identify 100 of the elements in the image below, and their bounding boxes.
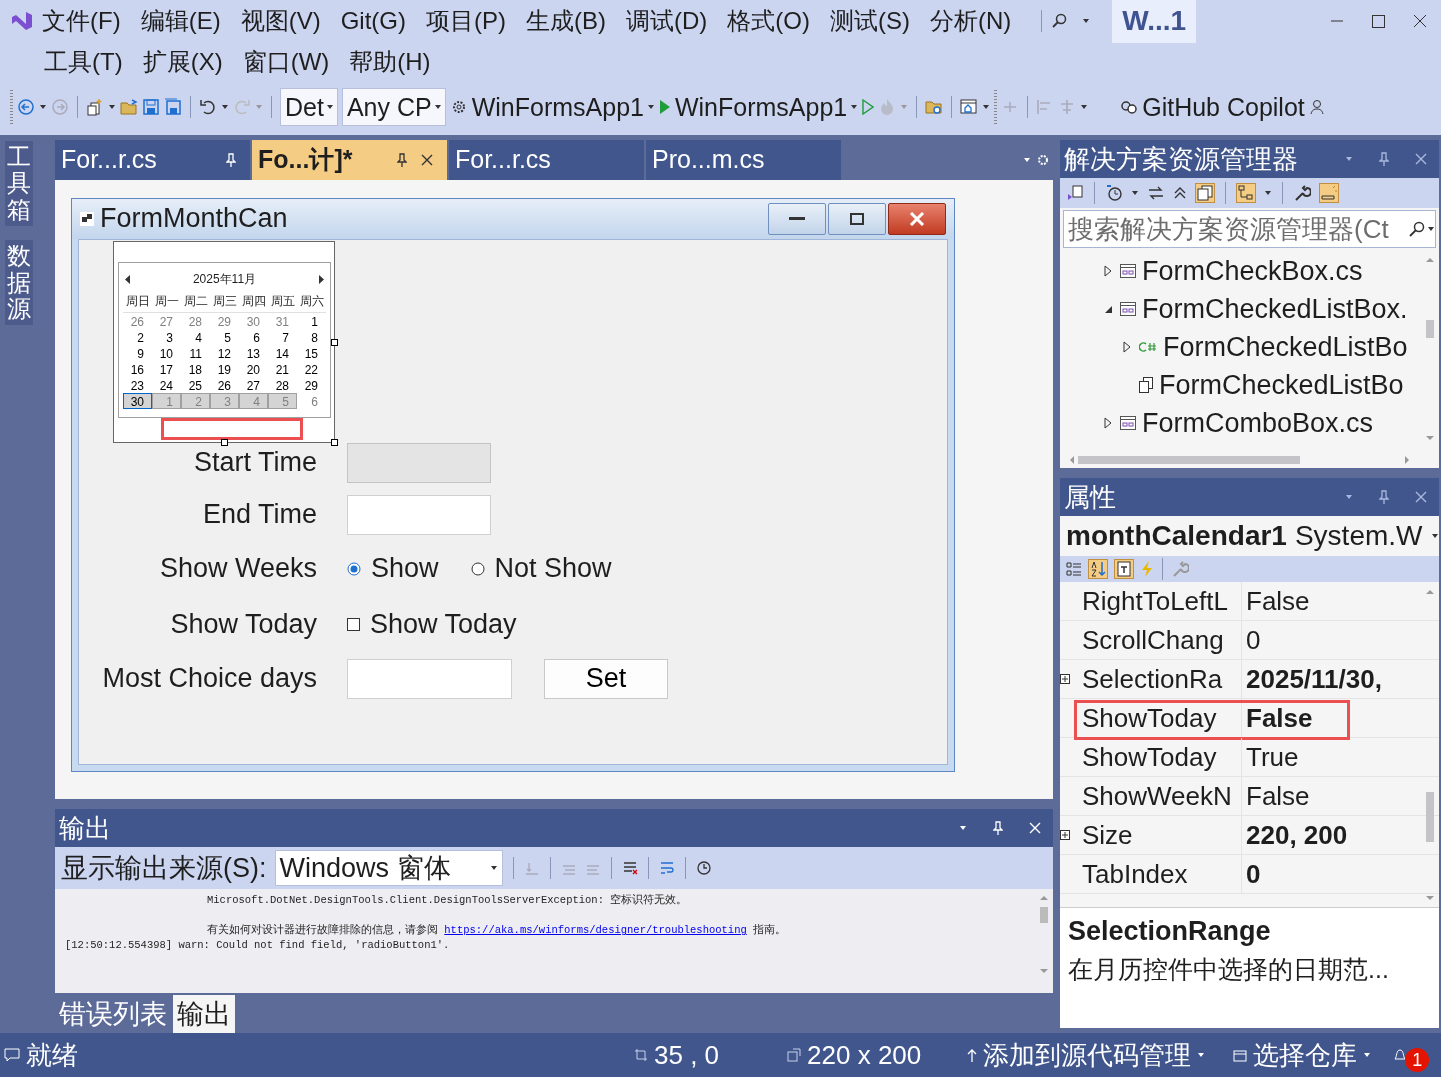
dropdown-caret-icon[interactable]	[850, 104, 859, 110]
calendar-day[interactable]: 17	[152, 360, 181, 377]
switch-views-icon[interactable]	[1066, 184, 1084, 202]
calendar-day[interactable]: 30	[123, 392, 152, 409]
calendar-day[interactable]: 13	[239, 344, 268, 361]
search-icon[interactable]	[1409, 221, 1425, 237]
calendar-day[interactable]: 12	[210, 344, 239, 361]
notification-badge[interactable]: 1	[1405, 1048, 1430, 1072]
new-project-icon[interactable]	[86, 98, 104, 116]
menu-item[interactable]: Git(G)	[340, 7, 416, 35]
expand-arrow-icon[interactable]	[1104, 417, 1112, 429]
dropdown-caret-icon[interactable]	[325, 104, 334, 110]
minimize-icon[interactable]	[789, 216, 805, 221]
property-value[interactable]: 0	[1242, 624, 1420, 656]
dropdown-caret-icon[interactable]	[1427, 226, 1435, 232]
search-icon[interactable]	[1052, 13, 1069, 29]
calendar-day[interactable]: 4	[181, 328, 210, 345]
search-field[interactable]: 搜索解决方案资源管理器(Ct	[1063, 210, 1436, 248]
editor-tab[interactable]: Fo...计]*	[252, 140, 447, 180]
dropdown-caret-icon[interactable]	[1197, 1052, 1206, 1058]
calendar-day[interactable]: 6	[239, 328, 268, 345]
side-tab[interactable]: 工具箱	[5, 141, 33, 227]
calendar-day[interactable]: 29	[297, 376, 326, 393]
dropdown-caret-icon[interactable]	[1082, 18, 1091, 24]
property-value[interactable]: 0	[1242, 858, 1420, 890]
property-name[interactable]: ShowToday	[1076, 699, 1242, 737]
calendar-day[interactable]: 22	[297, 360, 326, 377]
dropdown-caret-icon[interactable]	[646, 104, 655, 110]
close-icon[interactable]	[1415, 153, 1427, 165]
property-value[interactable]: True	[1242, 741, 1420, 773]
expand-arrow-icon[interactable]	[1104, 265, 1112, 277]
tree-item[interactable]: FormCheckedListBo	[1159, 369, 1404, 401]
tree-item[interactable]: FormCheckBox.cs	[1142, 255, 1363, 287]
resize-handle[interactable]	[331, 438, 338, 446]
collapse-all-icon[interactable]	[1173, 186, 1187, 200]
close-icon[interactable]	[1413, 14, 1427, 28]
output-source-dropdown[interactable]: Windows 窗体	[274, 850, 503, 887]
calendar-day[interactable]: 21	[268, 360, 297, 377]
dropdown-caret-icon[interactable]	[108, 104, 116, 110]
dropdown-caret-icon[interactable]	[1080, 104, 1089, 110]
property-value[interactable]: False	[1242, 780, 1420, 812]
menu-item[interactable]: 测试(S)	[829, 5, 920, 37]
previous-month-icon[interactable]	[125, 275, 130, 285]
menu-item[interactable]: 扩展(X)	[142, 46, 233, 78]
expand-icon[interactable]	[1060, 674, 1070, 684]
calendar-day[interactable]: 28	[181, 312, 210, 329]
expand-arrow-icon[interactable]	[1123, 341, 1131, 353]
calendar-day[interactable]: 27	[239, 376, 268, 393]
resize-handle[interactable]	[221, 438, 228, 446]
dropdown-caret-icon[interactable]	[39, 104, 47, 110]
dropdown-caret-icon[interactable]	[959, 825, 967, 832]
source-control-button[interactable]: 添加到源代码管理	[967, 1037, 1206, 1073]
menu-item[interactable]: 编辑(E)	[140, 5, 231, 37]
pin-icon[interactable]	[397, 152, 407, 167]
property-pages-icon[interactable]	[1115, 560, 1133, 578]
calendar-day[interactable]: 18	[181, 360, 210, 377]
property-name[interactable]: SelectionRa	[1076, 660, 1242, 698]
calendar-day[interactable]: 7	[268, 328, 297, 345]
calendar-day[interactable]: 27	[152, 312, 181, 329]
categorized-icon[interactable]	[1066, 561, 1082, 577]
calendar-day[interactable]: 10	[152, 344, 181, 361]
class-diagram-icon[interactable]	[1237, 184, 1255, 202]
save-icon[interactable]	[142, 98, 160, 116]
menu-item[interactable]: 工具(T)	[44, 46, 133, 78]
undo-icon[interactable]	[199, 98, 217, 116]
calendar-day[interactable]: 24	[152, 376, 181, 393]
dropdown-caret-icon[interactable]	[1131, 190, 1139, 196]
radio-label[interactable]: Not Show	[494, 553, 612, 585]
run-button[interactable]: WinFormsApp1	[674, 92, 859, 122]
property-name[interactable]: ShowWeekN	[1076, 777, 1242, 815]
dropdown-caret-icon[interactable]	[1363, 1052, 1372, 1058]
panel-tab[interactable]: 输出	[173, 995, 235, 1033]
startup-project-dropdown[interactable]: WinFormsApp1	[471, 92, 655, 122]
radio-button[interactable]	[347, 561, 361, 576]
wrench-icon[interactable]	[1293, 184, 1311, 202]
editor-tab[interactable]: For...r.cs	[55, 140, 250, 180]
menu-item[interactable]: 帮助(H)	[349, 46, 441, 78]
pin-icon[interactable]	[1379, 152, 1389, 166]
calendar-day[interactable]: 15	[297, 344, 326, 361]
calendar-control[interactable]: 2025年11月 周日 周一 周二 周三 周四 周五 周六 26 27 28 29 30 31 1 2 3 4 5 6 7 8 9 10 11 12 13 14 15 16 17 18 19 20 21 22 23 24 25 26 27 28 29 30 1 2 3 4 5 6	[113, 240, 335, 443]
property-name[interactable]: ShowToday	[1076, 738, 1242, 776]
calendar-day[interactable]: 30	[239, 312, 268, 329]
calendar-day[interactable]: 9	[123, 344, 152, 361]
tree-item[interactable]: FormComboBox.cs	[1142, 407, 1374, 439]
maximize-icon[interactable]	[850, 212, 864, 225]
maximize-button[interactable]	[828, 202, 886, 235]
settings-icon[interactable]	[1037, 153, 1049, 166]
side-tab[interactable]: 数据源	[5, 240, 33, 326]
calendar-day[interactable]: 25	[181, 376, 210, 393]
calendar-day[interactable]: 26	[123, 312, 152, 329]
text-field[interactable]	[347, 658, 512, 699]
configuration-dropdown[interactable]: Det	[280, 88, 338, 126]
editor-tab[interactable]: For...r.cs	[449, 140, 644, 180]
property-name[interactable]: TabIndex	[1076, 855, 1242, 893]
menu-item[interactable]: 项目(P)	[426, 5, 516, 37]
repository-button[interactable]: 选择仓库	[1233, 1037, 1372, 1073]
dropdown-caret-icon[interactable]	[433, 104, 442, 110]
text-field[interactable]	[347, 494, 491, 535]
calendar-day[interactable]: 16	[123, 360, 152, 377]
calendar-day[interactable]: 3	[152, 328, 181, 345]
